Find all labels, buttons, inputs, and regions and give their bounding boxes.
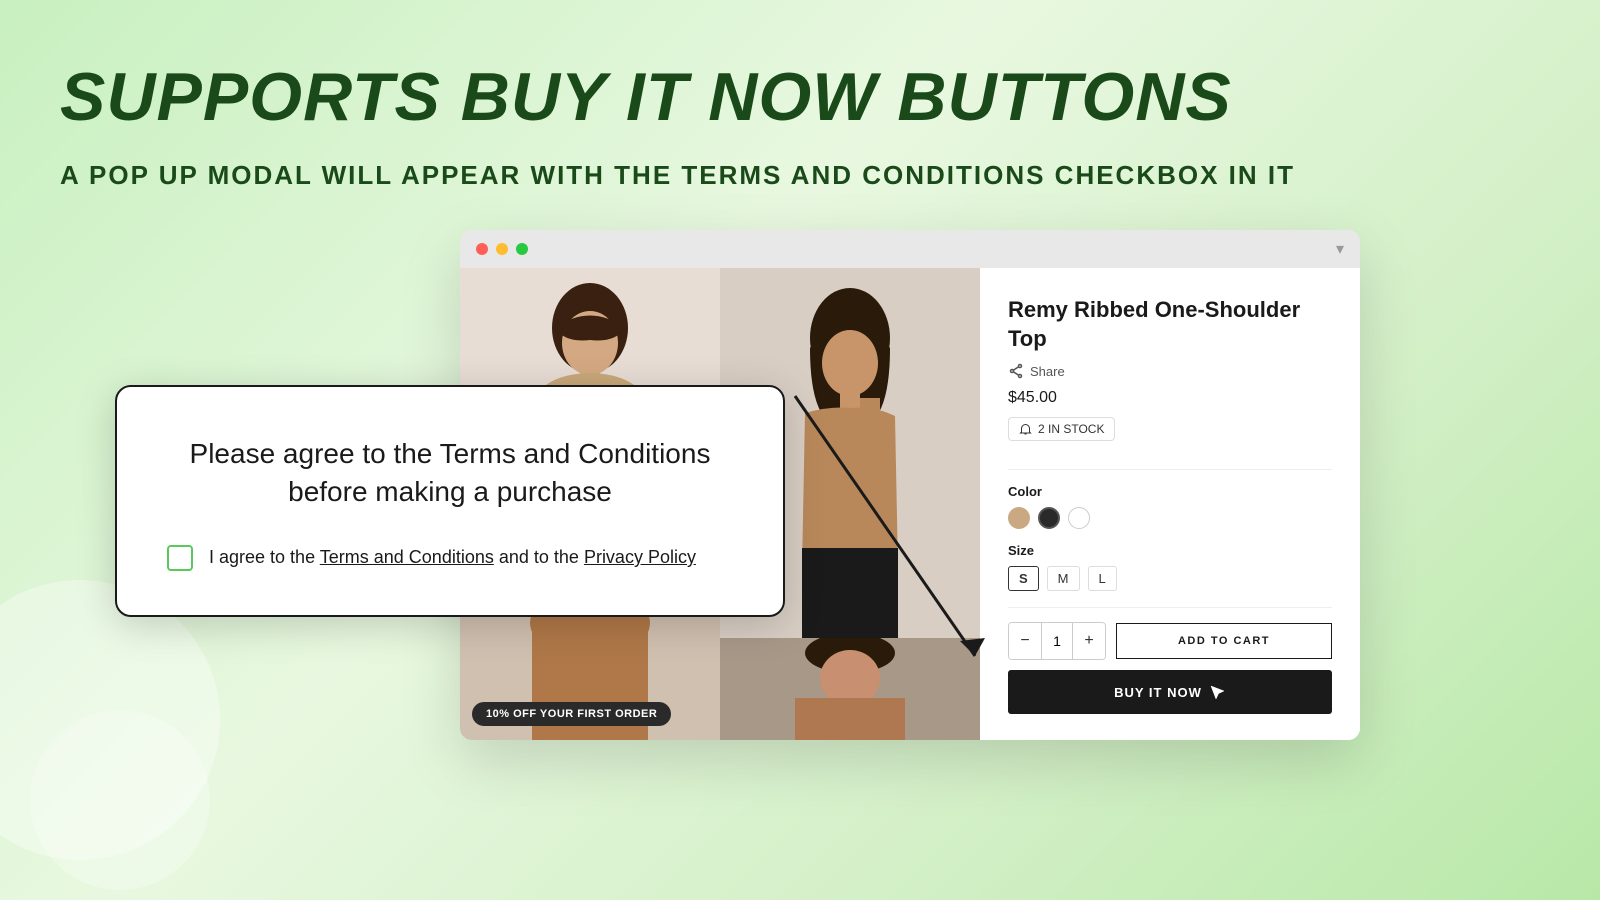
share-row[interactable]: Share — [1008, 363, 1332, 379]
color-label: Color — [1008, 484, 1332, 499]
product-name: Remy Ribbed One-Shoulder Top — [1008, 296, 1332, 353]
bell-icon — [1019, 423, 1032, 436]
share-icon — [1008, 363, 1024, 379]
share-label: Share — [1030, 364, 1065, 379]
buy-now-label: BUY IT NOW — [1114, 685, 1202, 700]
popup-text-prefix: I agree to the — [209, 547, 320, 567]
size-label: Size — [1008, 543, 1332, 558]
popup-agreement-text: I agree to the Terms and Conditions and … — [209, 547, 696, 568]
popup-title: Please agree to the Terms and Conditions… — [167, 435, 733, 511]
page-sub-title: A POP UP MODAL WILL APPEAR WITH THE TERM… — [60, 160, 1295, 191]
stock-badge: 2 IN STOCK — [1008, 417, 1115, 441]
popup-text-middle: and to the — [494, 547, 584, 567]
buy-now-button[interactable]: BUY IT NOW — [1008, 670, 1332, 714]
size-btn-m[interactable]: M — [1047, 566, 1080, 591]
popup-modal: Please agree to the Terms and Conditions… — [115, 385, 785, 617]
product-price: $45.00 — [1008, 389, 1332, 407]
browser-dot-red[interactable] — [476, 243, 488, 255]
browser-chevron: ▾ — [1336, 239, 1344, 259]
size-btn-l[interactable]: L — [1088, 566, 1117, 591]
quantity-box: − 1 + — [1008, 622, 1106, 660]
color-swatch-black[interactable] — [1038, 507, 1060, 529]
quantity-increase-button[interactable]: + — [1073, 623, 1105, 659]
popup-checkbox-row: I agree to the Terms and Conditions and … — [167, 545, 733, 571]
stock-text: 2 IN STOCK — [1038, 422, 1104, 436]
privacy-policy-link[interactable]: Privacy Policy — [584, 547, 696, 567]
color-swatch-white[interactable] — [1068, 507, 1090, 529]
decorative-blob-small — [30, 710, 210, 890]
divider-2 — [1008, 607, 1332, 608]
divider-1 — [1008, 469, 1332, 470]
terms-and-conditions-link[interactable]: Terms and Conditions — [320, 547, 494, 567]
browser-dot-yellow[interactable] — [496, 243, 508, 255]
product-image-bottom-right — [720, 638, 980, 740]
quantity-value: 1 — [1041, 623, 1073, 659]
color-swatch-tan[interactable] — [1008, 507, 1030, 529]
color-options — [1008, 507, 1332, 529]
browser-topbar: ▾ — [460, 230, 1360, 268]
browser-dot-green[interactable] — [516, 243, 528, 255]
quantity-decrease-button[interactable]: − — [1009, 623, 1041, 659]
product-detail-panel: Remy Ribbed One-Shoulder Top Share $45.0… — [980, 268, 1360, 740]
size-btn-s[interactable]: S — [1008, 566, 1039, 591]
add-to-cart-button[interactable]: ADD TO CART — [1116, 623, 1332, 659]
size-options: S M L — [1008, 566, 1332, 591]
terms-checkbox[interactable] — [167, 545, 193, 571]
cursor-icon — [1208, 683, 1226, 701]
discount-banner: 10% OFF YOUR FIRST ORDER — [472, 702, 671, 726]
quantity-row: − 1 + ADD TO CART — [1008, 622, 1332, 660]
page-main-title: SUPPORTS BUY IT NOW BUTTONS — [60, 58, 1232, 136]
